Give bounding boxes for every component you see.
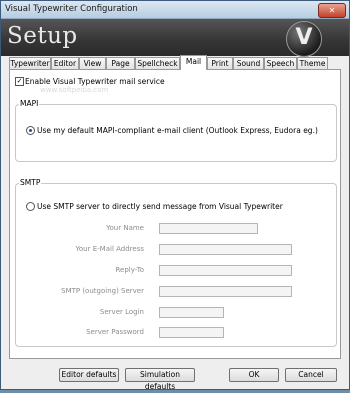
email-label: Your E-Mail Address (75, 245, 144, 253)
config-window: Visual Typewriter Configuration ✕ Setup … (0, 0, 350, 391)
smtp-option-label: Use SMTP server to directly send message… (37, 202, 283, 211)
your-name-field[interactable] (159, 223, 258, 234)
tab-typewriter[interactable]: Typewriter (9, 57, 51, 69)
window-title: Visual Typewriter Configuration (5, 4, 138, 14)
editor-defaults-button[interactable]: Editor defaults (59, 368, 119, 382)
tab-mail[interactable]: Mail (180, 55, 207, 70)
smtp-server-field[interactable] (159, 286, 292, 297)
mapi-group-title: MAPI (19, 99, 40, 108)
tab-view[interactable]: View (79, 57, 106, 69)
enable-mail-checkbox[interactable]: ✓ (15, 77, 24, 86)
tab-speech[interactable]: Speech (264, 57, 297, 69)
close-button[interactable]: ✕ (318, 3, 346, 18)
mapi-radio[interactable] (26, 126, 35, 135)
mapi-option-label: Use my default MAPI-compliant e-mail cli… (37, 126, 318, 135)
enable-mail-label: Enable Visual Typewriter mail service (25, 77, 165, 86)
server-login-label: Server Login (99, 308, 144, 316)
server-login-field[interactable] (159, 307, 224, 318)
smtp-group-title: SMTP (19, 178, 42, 187)
smtp-server-label: SMTP (outgoing) Server (61, 287, 144, 295)
mail-panel: ✓ Enable Visual Typewriter mail service … (9, 69, 341, 359)
cancel-button[interactable]: Cancel (285, 368, 337, 382)
tab-print[interactable]: Print (207, 57, 233, 69)
simulation-defaults-button[interactable]: Simulation defaults (125, 368, 195, 391)
tab-theme[interactable]: Theme (297, 57, 328, 69)
ok-button[interactable]: OK (229, 368, 279, 382)
tab-page[interactable]: Page (106, 57, 135, 69)
reply-to-field[interactable] (159, 265, 292, 276)
your-name-label: Your Name (106, 224, 144, 232)
banner-title: Setup (7, 23, 78, 49)
tab-editor[interactable]: Editor (51, 57, 79, 69)
tab-spellcheck[interactable]: Spellcheck (135, 57, 180, 69)
app-logo: V (286, 21, 322, 57)
watermark-text: www.softpedia.com (40, 86, 109, 94)
email-field[interactable] (159, 244, 292, 255)
tab-sound[interactable]: Sound (233, 57, 264, 69)
smtp-radio[interactable] (26, 202, 35, 211)
reply-to-label: Reply-To (115, 266, 144, 274)
title-bar[interactable]: Visual Typewriter Configuration ✕ (1, 1, 349, 19)
logo-letter: V (295, 25, 313, 50)
server-password-field[interactable] (159, 327, 224, 338)
server-password-label: Server Password (86, 328, 144, 336)
header-banner: Setup V (1, 19, 349, 57)
